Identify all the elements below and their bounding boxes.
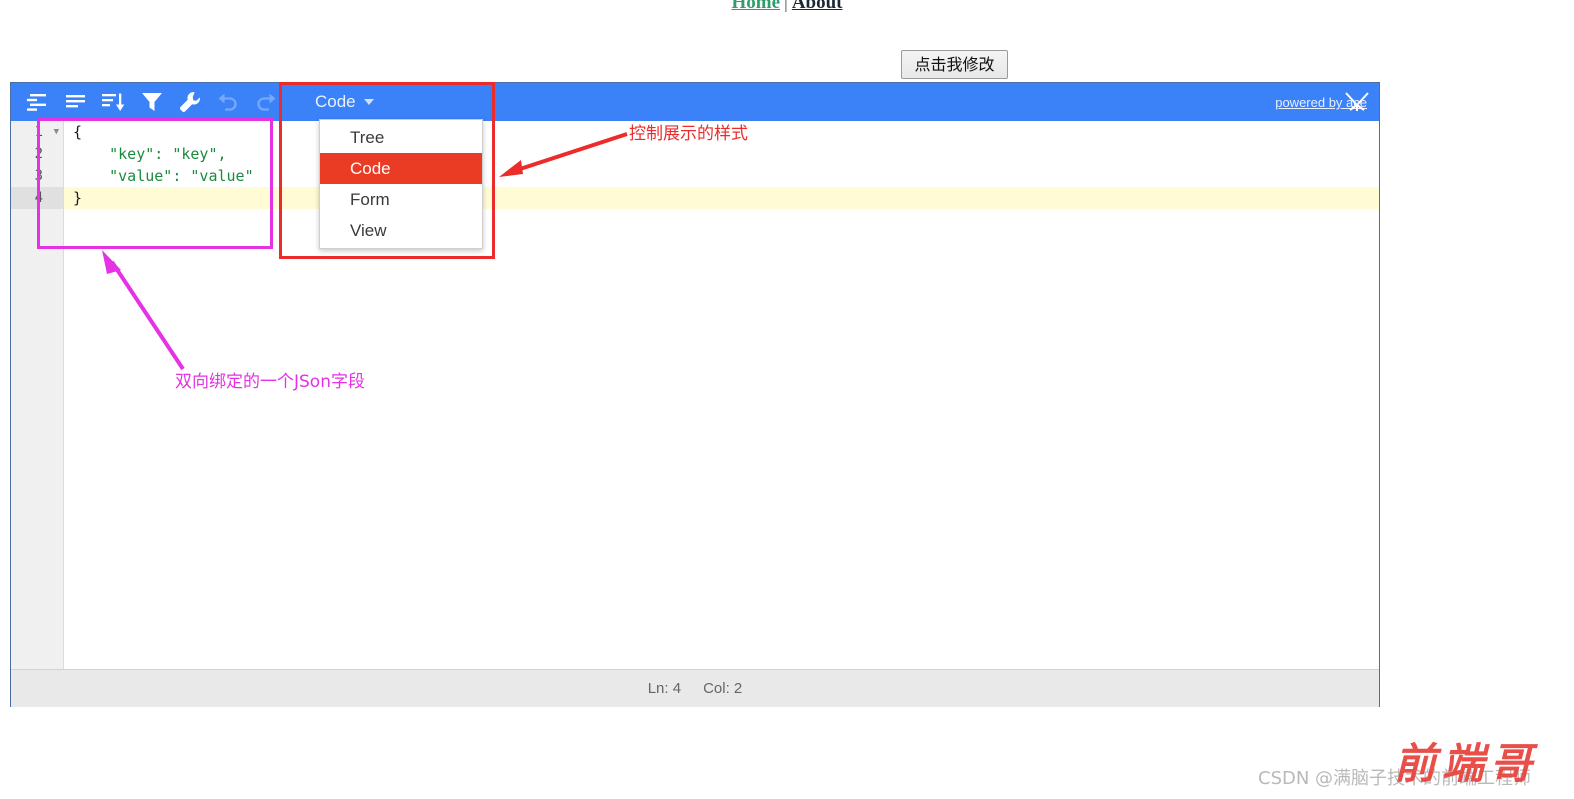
mode-selector-button[interactable]: Code: [311, 90, 382, 114]
gutter-row: 1 ▼: [11, 121, 63, 143]
editor-toolbar: Code Tree Code Form View powered by ace: [11, 83, 1379, 249]
status-column-indicator: Col: 2: [703, 680, 743, 697]
collapse-all-icon[interactable]: [59, 88, 93, 116]
code-line: {: [73, 123, 83, 141]
mode-option-view[interactable]: View: [320, 215, 482, 246]
mode-dropdown-menu: Tree Code Form View: [319, 119, 483, 249]
nav-link-about[interactable]: About: [792, 0, 843, 13]
line-number: 1: [34, 124, 43, 140]
line-number: 4: [34, 190, 43, 206]
modify-button[interactable]: 点击我修改: [901, 50, 1008, 79]
mode-option-form[interactable]: Form: [320, 184, 482, 215]
status-line-indicator: Ln: 4: [647, 680, 682, 697]
watermark-stamp: 前端哥: [1394, 739, 1539, 788]
line-number-gutter: 1 ▼ 2 3 4: [11, 121, 64, 669]
mode-selector-label: Code: [315, 92, 356, 111]
filter-icon[interactable]: [135, 88, 169, 116]
redo-icon[interactable]: [249, 88, 283, 116]
gutter-row: 3: [11, 165, 63, 187]
code-lines: { "key": "key", "value": "value" }: [64, 121, 1379, 209]
code-line-active: }: [64, 187, 1379, 209]
mode-option-tree[interactable]: Tree: [320, 122, 482, 153]
line-number: 2: [34, 146, 43, 162]
json-editor: Code Tree Code Form View powered by ace …: [10, 82, 1380, 707]
gutter-row: 2: [11, 143, 63, 165]
page-nav: Home | About: [0, 0, 1574, 14]
gutter-row-active: 4: [11, 187, 63, 209]
editor-statusbar: Ln: 4 Col: 2: [11, 669, 1379, 707]
sort-icon[interactable]: [97, 88, 131, 116]
fold-arrow-icon[interactable]: ▼: [47, 121, 59, 143]
nav-link-home[interactable]: Home: [731, 0, 780, 13]
nav-separator: |: [784, 0, 788, 13]
line-number: 3: [34, 168, 43, 184]
chevron-down-icon: [363, 99, 374, 105]
code-editor-area[interactable]: 1 ▼ 2 3 4 { "key": "key", "value": "valu…: [11, 121, 1379, 669]
code-line: "key": "key",: [73, 145, 227, 163]
code-line: "value": "value": [73, 167, 254, 185]
expand-all-icon[interactable]: [21, 88, 55, 116]
mode-selector: Code Tree Code Form View: [311, 83, 483, 249]
powered-by-ace-link[interactable]: powered by ace: [1275, 95, 1367, 110]
mode-option-code[interactable]: Code: [320, 153, 482, 184]
transform-wrench-icon[interactable]: [173, 88, 207, 116]
undo-icon[interactable]: [211, 88, 245, 116]
